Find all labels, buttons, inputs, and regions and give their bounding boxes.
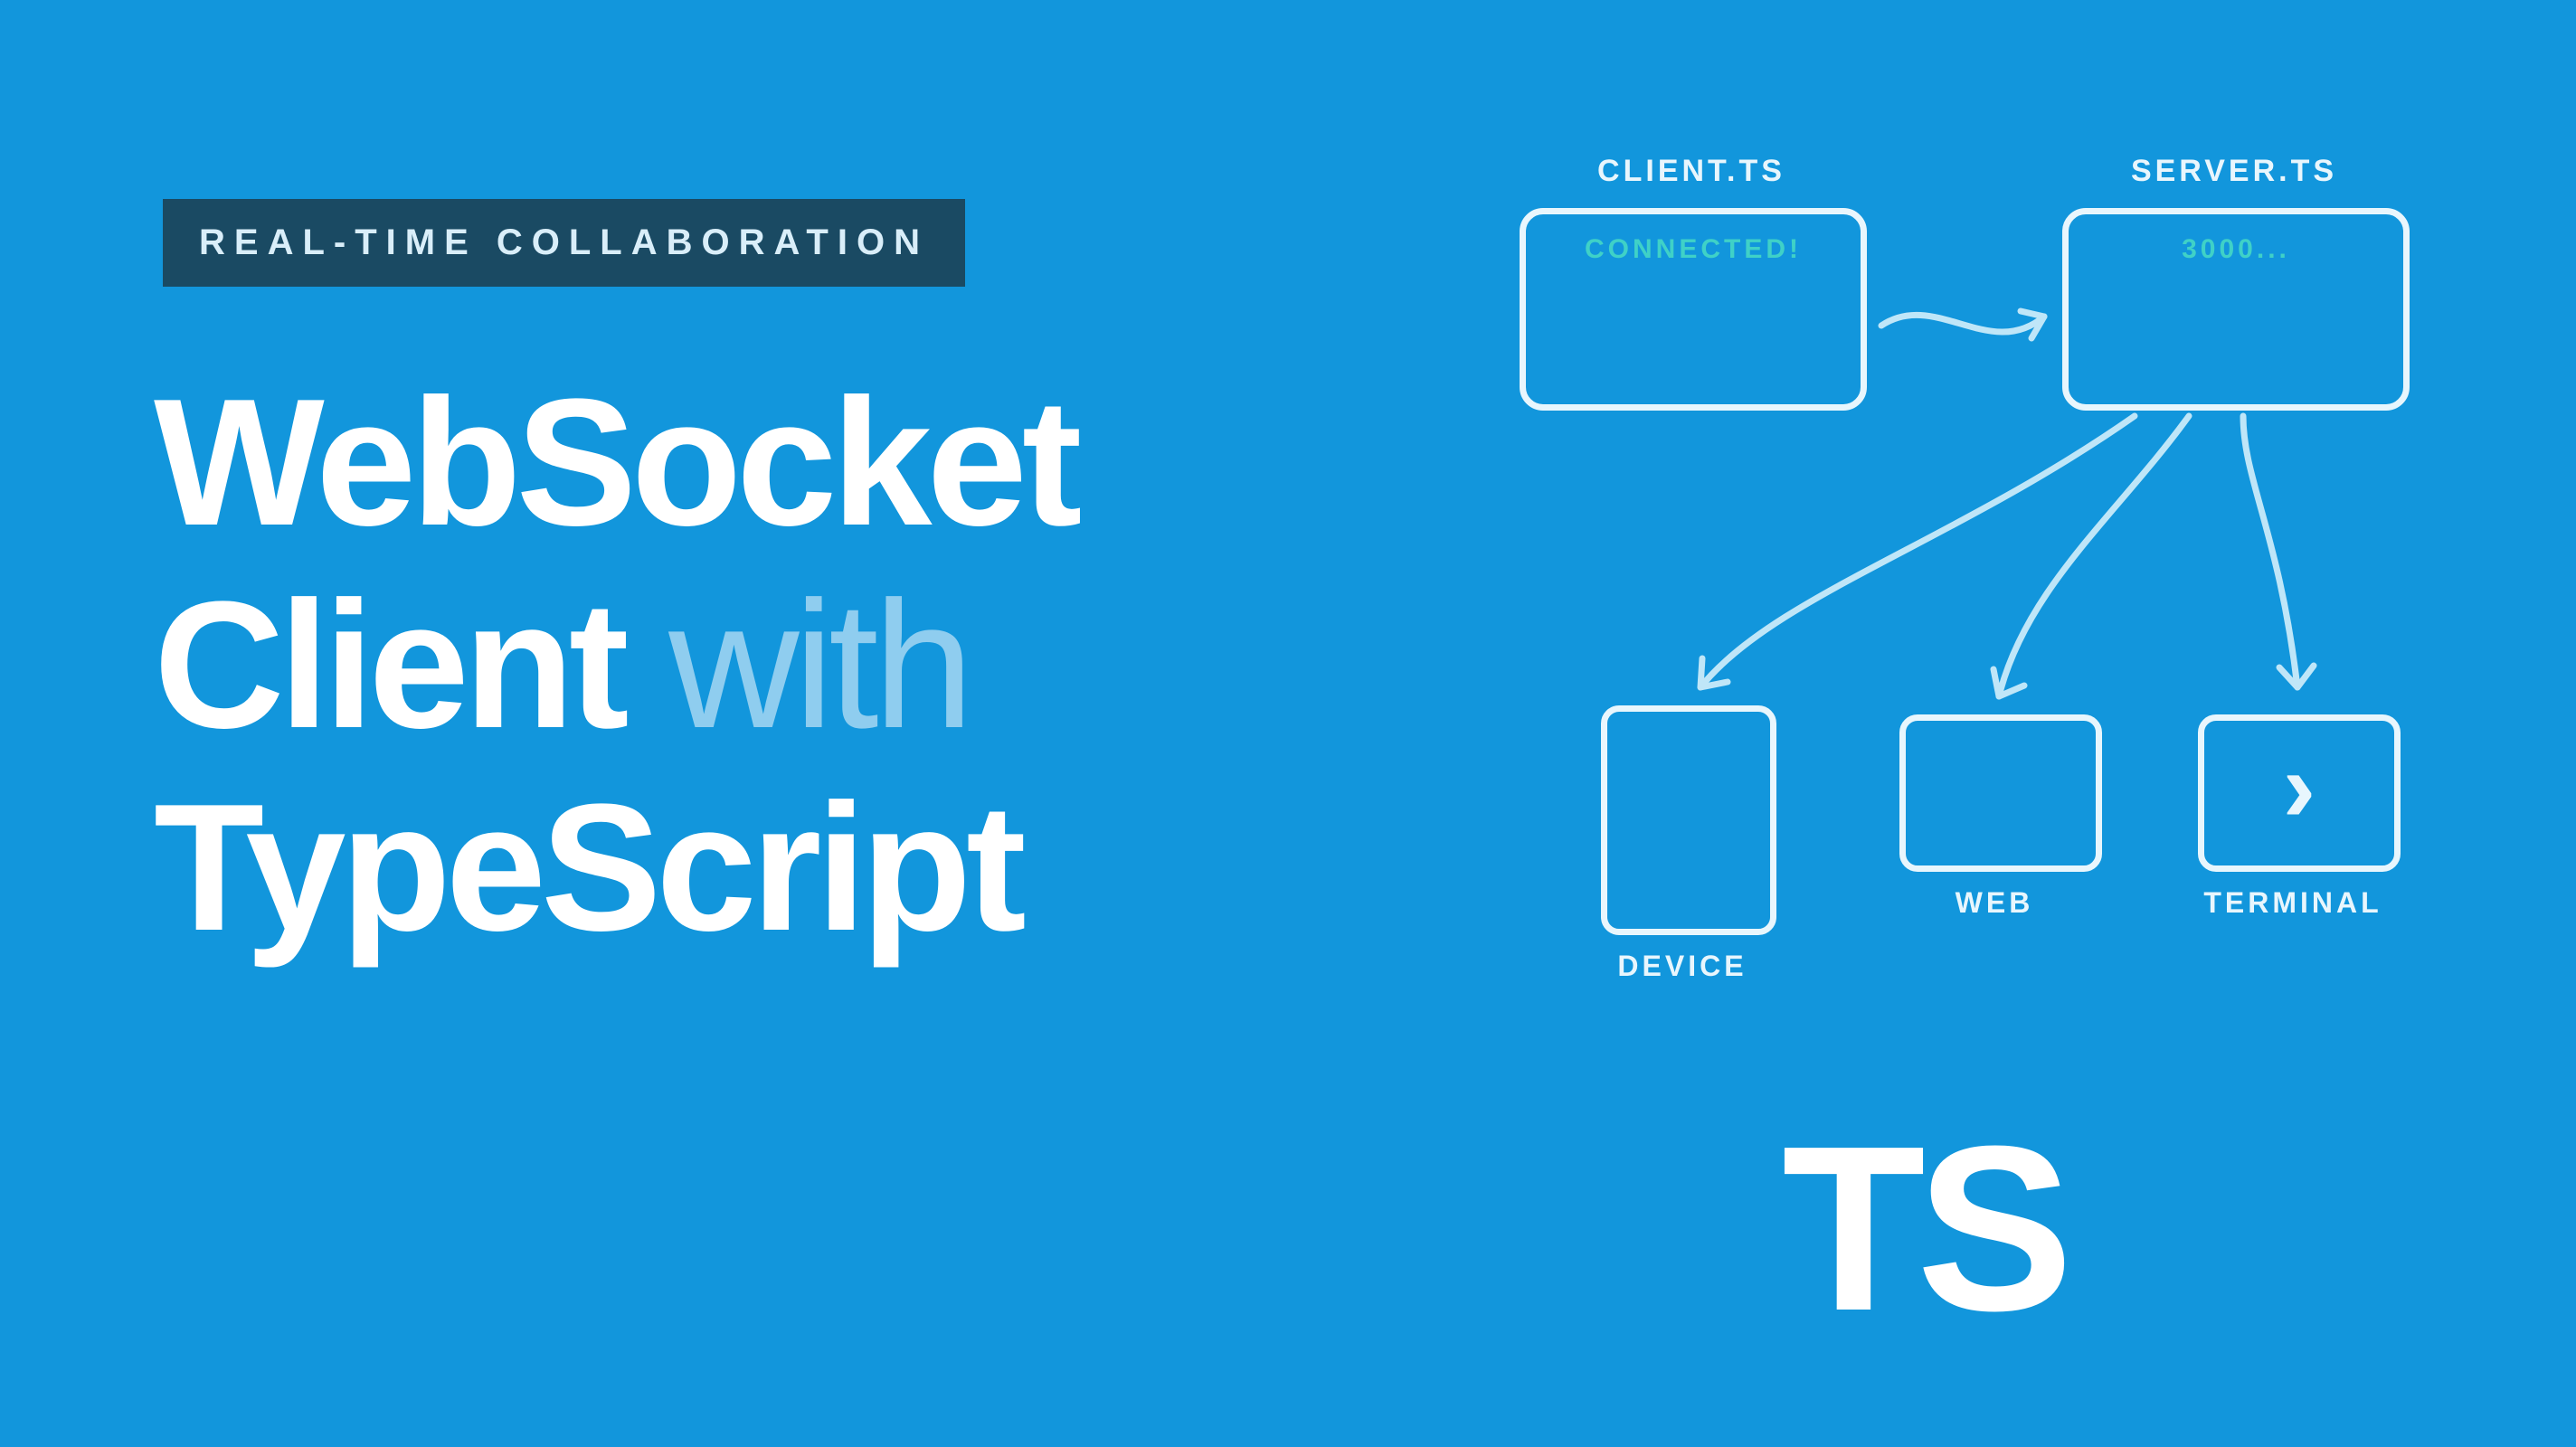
- headline-line2-primary: Client: [154, 564, 668, 766]
- stage: REAL-TIME COLLABORATION WebSocket Client…: [0, 0, 2576, 1447]
- typescript-logo-text: TS: [1782, 1094, 2064, 1365]
- diagram-arrows: [1483, 154, 2524, 986]
- headline-line2: Client with: [154, 564, 1076, 767]
- headline-line2-dim: with: [668, 564, 969, 766]
- headline-line1: WebSocket: [154, 362, 1076, 564]
- category-badge: REAL-TIME COLLABORATION: [163, 199, 965, 287]
- headline: WebSocket Client with TypeScript: [154, 362, 1076, 969]
- headline-line3: TypeScript: [154, 767, 1076, 969]
- architecture-diagram: CLIENT.TS SERVER.TS CONNECTED! 3000... D…: [1483, 154, 2524, 986]
